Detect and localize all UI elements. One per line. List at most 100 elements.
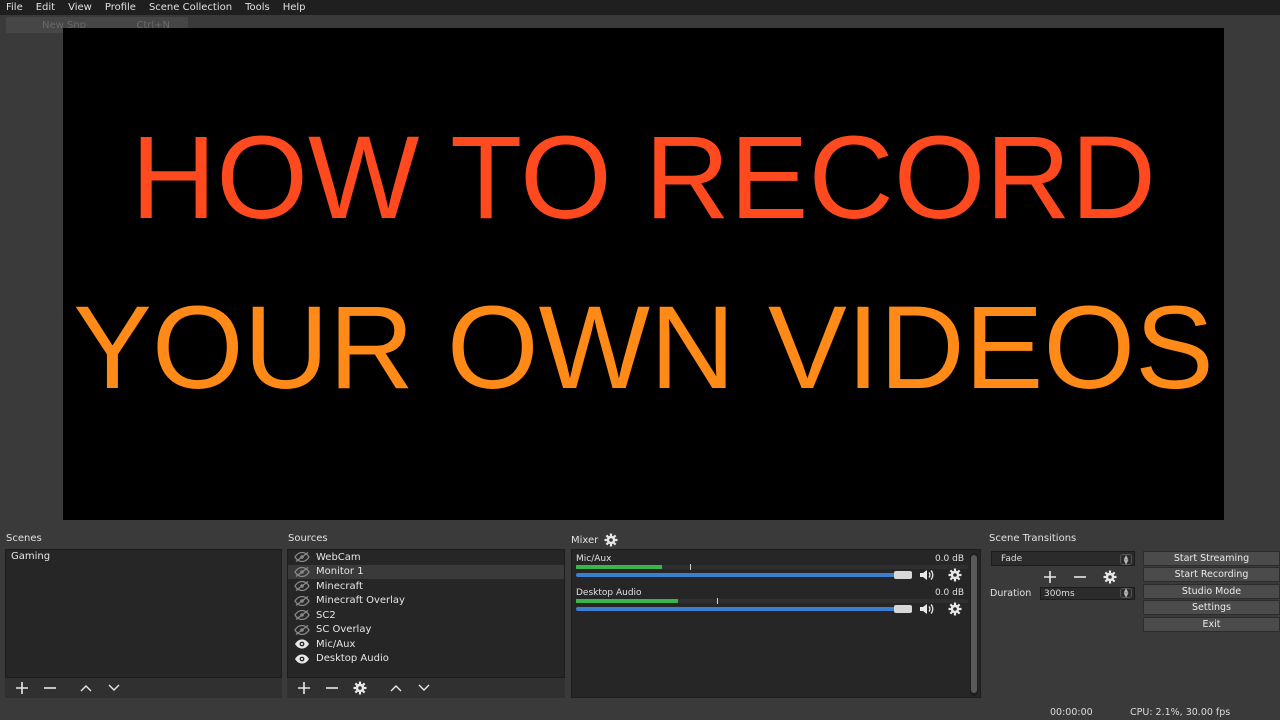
source-item-label: SC2 xyxy=(316,609,336,621)
source-item-label: Minecraft xyxy=(316,580,363,592)
volume-slider-track xyxy=(576,607,912,611)
exit-button[interactable]: Exit xyxy=(1143,617,1280,632)
source-item[interactable]: Mic/Aux xyxy=(288,637,564,652)
mixer-channel-mic-aux: Mic/Aux 0.0 dB xyxy=(576,554,968,588)
remove-source-button[interactable] xyxy=(319,679,345,697)
minus-icon xyxy=(44,687,56,689)
chevron-down-icon xyxy=(108,684,120,691)
source-item[interactable]: SC2 xyxy=(288,608,564,623)
gear-icon xyxy=(353,681,367,695)
move-scene-up-button[interactable] xyxy=(73,679,99,697)
eye-icon[interactable] xyxy=(294,654,310,664)
transitions-dock-title: Scene Transitions xyxy=(989,533,1076,544)
add-scene-button[interactable] xyxy=(9,679,35,697)
mixer-panel: Mic/Aux 0.0 dB Desktop Audio 0.0 dB xyxy=(571,549,981,698)
start-streaming-button[interactable]: Start Streaming xyxy=(1143,551,1280,566)
menu-edit[interactable]: Edit xyxy=(30,1,62,15)
source-item[interactable]: SC Overlay xyxy=(288,623,564,638)
preview-title-line-2: YOUR OWN VIDEOS xyxy=(73,282,1214,414)
eye-hidden-icon[interactable] xyxy=(294,624,310,635)
menu-scene-collection[interactable]: Scene Collection xyxy=(143,1,239,15)
menu-help[interactable]: Help xyxy=(277,1,313,15)
channel-db-readout: 0.0 dB xyxy=(934,588,964,598)
eye-hidden-icon[interactable] xyxy=(294,610,310,621)
move-scene-down-button[interactable] xyxy=(101,679,127,697)
source-properties-button[interactable] xyxy=(347,679,373,697)
recording-time: 00:00:00 xyxy=(1050,707,1093,718)
channel-settings-button[interactable] xyxy=(946,602,964,616)
eye-hidden-icon[interactable] xyxy=(294,581,310,592)
mixer-dock-title: Mixer xyxy=(571,533,618,547)
move-source-up-button[interactable] xyxy=(383,679,409,697)
volume-slider-handle[interactable] xyxy=(894,605,912,613)
mute-button[interactable] xyxy=(918,602,936,616)
scenes-list[interactable]: Gaming xyxy=(5,549,282,678)
minus-icon xyxy=(1074,576,1086,578)
chevron-up-icon xyxy=(80,685,92,692)
source-item-label: Mic/Aux xyxy=(316,638,356,650)
speaker-icon xyxy=(920,604,934,614)
source-item-label: WebCam xyxy=(316,551,361,563)
scene-item-gaming[interactable]: Gaming xyxy=(6,550,281,564)
volume-meter xyxy=(576,598,968,604)
add-transition-button[interactable] xyxy=(1040,568,1060,586)
start-recording-button[interactable]: Start Recording xyxy=(1143,567,1280,582)
source-item[interactable]: Monitor 1 xyxy=(288,564,564,579)
source-item[interactable]: WebCam xyxy=(288,550,564,565)
menu-bar: File Edit View Profile Scene Collection … xyxy=(0,0,1280,15)
transition-properties-button[interactable] xyxy=(1100,568,1120,586)
studio-mode-button[interactable]: Studio Mode xyxy=(1143,584,1280,599)
volume-meter-peak xyxy=(717,598,719,604)
menu-view[interactable]: View xyxy=(62,1,99,15)
minus-icon xyxy=(326,687,338,689)
mixer-title: Mixer xyxy=(571,534,599,546)
menu-tools[interactable]: Tools xyxy=(239,1,277,15)
duration-spinbox[interactable]: 300ms ▲ ▼ xyxy=(1040,587,1135,600)
menu-profile[interactable]: Profile xyxy=(99,1,143,15)
mixer-scrollbar-thumb[interactable] xyxy=(971,555,977,693)
transitions-title: Scene Transitions xyxy=(989,533,1077,544)
remove-scene-button[interactable] xyxy=(37,679,63,697)
preview-title-line-1: HOW TO RECORD xyxy=(131,112,1156,244)
sources-title: Sources xyxy=(288,533,328,544)
eye-icon[interactable] xyxy=(294,639,310,649)
plus-icon xyxy=(1044,571,1056,583)
source-item-label: Minecraft Overlay xyxy=(316,595,405,607)
scenes-dock-title: Scenes xyxy=(6,533,42,544)
duration-value: 300ms xyxy=(1044,588,1075,599)
preview-canvas[interactable]: HOW TO RECORD YOUR OWN VIDEOS xyxy=(63,28,1224,520)
eye-hidden-icon[interactable] xyxy=(294,595,310,606)
gear-icon[interactable] xyxy=(604,533,618,547)
source-item[interactable]: Minecraft xyxy=(288,579,564,594)
sources-dock-title: Sources xyxy=(288,533,328,544)
channel-db-readout: 0.0 dB xyxy=(934,554,964,564)
volume-slider[interactable] xyxy=(576,605,912,613)
gear-icon xyxy=(948,568,962,582)
add-source-button[interactable] xyxy=(291,679,317,697)
source-item-label: Monitor 1 xyxy=(316,566,364,578)
menu-file[interactable]: File xyxy=(0,1,30,15)
transition-select[interactable]: Fade ▲ ▼ xyxy=(991,551,1135,566)
scenes-title: Scenes xyxy=(6,533,42,544)
eye-hidden-icon[interactable] xyxy=(294,566,310,577)
gear-icon xyxy=(948,602,962,616)
eye-hidden-icon[interactable] xyxy=(294,552,310,563)
gear-icon xyxy=(1103,570,1117,584)
move-source-down-button[interactable] xyxy=(411,679,437,697)
scenes-toolbar xyxy=(5,678,282,698)
select-arrows-icon: ▲ ▼ xyxy=(1120,554,1132,565)
channel-settings-button[interactable] xyxy=(946,568,964,582)
volume-slider[interactable] xyxy=(576,571,912,579)
source-item[interactable]: Minecraft Overlay xyxy=(288,594,564,609)
source-item[interactable]: Desktop Audio xyxy=(288,652,564,667)
plus-icon xyxy=(16,682,28,694)
mixer-scrollbar[interactable] xyxy=(970,553,978,696)
remove-transition-button[interactable] xyxy=(1070,568,1090,586)
mute-button[interactable] xyxy=(918,568,936,582)
settings-button[interactable]: Settings xyxy=(1143,600,1280,615)
volume-slider-handle[interactable] xyxy=(894,571,912,579)
sources-list[interactable]: WebCam Monitor 1 Minecraft Minecraft Overla… xyxy=(287,549,565,678)
source-item-label: Desktop Audio xyxy=(316,653,389,665)
duration-label: Duration xyxy=(990,588,1032,599)
mixer-channel-desktop-audio: Desktop Audio 0.0 dB xyxy=(576,588,968,622)
